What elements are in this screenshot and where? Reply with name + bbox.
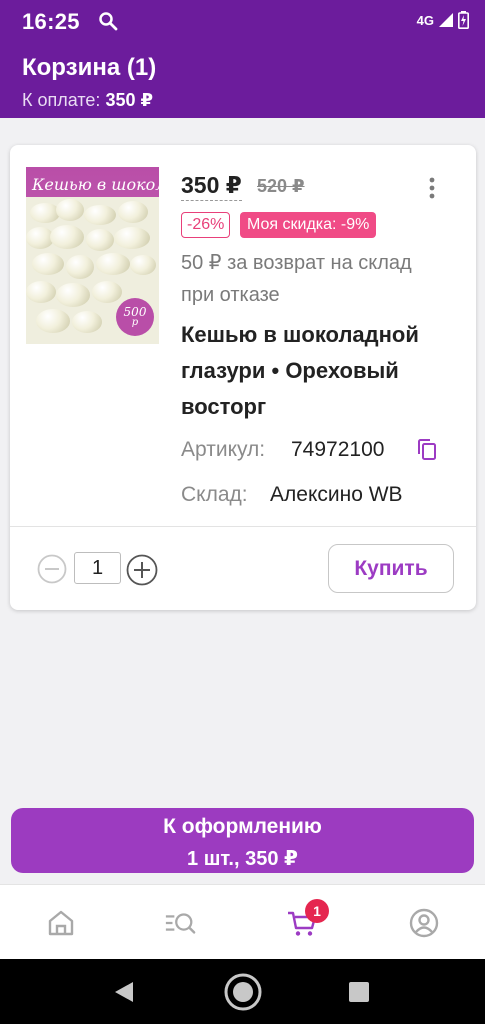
to-pay-summary: К оплате: 350 ₽: [22, 90, 153, 111]
status-bar: 16:25 4G: [0, 0, 485, 42]
article-label: Артикул:: [181, 438, 266, 461]
checkout-title: К оформлению: [163, 815, 322, 838]
card-divider: [10, 526, 476, 527]
page-title: Корзина (1): [22, 54, 157, 81]
more-options-icon[interactable]: [422, 176, 442, 200]
price-current[interactable]: 350 ₽: [181, 172, 242, 201]
product-name[interactable]: Кешью в шоколадной глазури • Ореховый во…: [181, 317, 461, 425]
bottom-navigation: [0, 884, 485, 959]
home-icon[interactable]: [45, 907, 77, 939]
article-value: 74972100: [291, 438, 385, 461]
network-type: 4G: [416, 12, 434, 28]
decrease-quantity-icon[interactable]: [37, 554, 67, 584]
quantity-input[interactable]: 1: [74, 552, 121, 584]
product-image-title: Кешью в шоколаде: [32, 175, 159, 194]
checkout-summary: 1 шт., 350 ₽: [187, 848, 298, 870]
to-pay-value: 350 ₽: [105, 90, 153, 110]
warehouse-value: Алексино WB: [270, 483, 403, 506]
recents-icon[interactable]: [349, 982, 369, 1002]
home-button-icon[interactable]: [223, 972, 263, 1012]
buy-button[interactable]: Купить: [328, 544, 454, 593]
copy-icon[interactable]: [416, 438, 438, 462]
checkout-button[interactable]: К оформлению 1 шт., 350 ₽: [11, 808, 474, 873]
signal-icon: [439, 13, 453, 27]
warehouse-label: Склад:: [181, 483, 248, 506]
status-icons: 4G: [417, 11, 469, 29]
battery-icon: [458, 11, 469, 29]
image-price-tag: 500 р: [116, 298, 154, 336]
return-info: 50 ₽ за возврат на склад при отказе: [181, 252, 412, 306]
catalog-search-icon[interactable]: [164, 907, 196, 939]
search-icon: [99, 12, 118, 31]
my-discount-badge: Моя скидка: -9%: [240, 212, 377, 238]
cart-header: Корзина (1) К оплате: 350 ₽: [0, 42, 485, 118]
cart-count-badge: 1: [305, 899, 329, 923]
to-pay-label: К оплате:: [22, 90, 101, 110]
status-time: 16:25: [22, 9, 80, 34]
discount-badge: -26%: [181, 212, 231, 238]
product-image[interactable]: Кешью в шоколаде 500 р: [26, 167, 159, 344]
system-navigation-bar: [0, 959, 485, 1024]
back-icon[interactable]: [113, 980, 135, 1004]
profile-icon[interactable]: [408, 907, 440, 939]
price-old: 520 ₽: [257, 176, 305, 196]
cart-item-card: Кешью в шоколаде 500 р 350 ₽ 520 ₽: [10, 145, 476, 610]
increase-quantity-icon[interactable]: [126, 554, 158, 586]
